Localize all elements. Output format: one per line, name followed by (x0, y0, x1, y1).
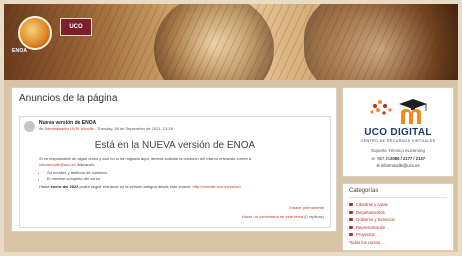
reply-link[interactable]: Hacer un comentario en este tema (242, 214, 303, 219)
header-banner: ENOA UCO (4, 4, 458, 80)
category-link[interactable]: Departamentos (349, 209, 395, 217)
reply-count: (0 réplicas) (304, 214, 324, 219)
post-para2-mid: podrá seguir entrando en la versión anti… (79, 184, 192, 189)
uco-digital-logo-icon[interactable] (365, 96, 431, 126)
support-title: Soporte Técnico eLearning (371, 148, 425, 153)
list-item: El nombre completo del curso. (47, 176, 319, 182)
brand-name: UCO DIGITAL (364, 127, 432, 138)
phone-icon: ☏ (370, 156, 377, 161)
post-replies: Hacer un comentario en este tema (0 répl… (242, 214, 324, 219)
phone-prefix: 957 21 (377, 156, 391, 161)
categories-title: Categorías (349, 188, 379, 194)
folder-icon (349, 233, 353, 237)
category-label: Proyectos (356, 232, 375, 238)
all-courses-link[interactable]: Todos los cursos ... (349, 240, 395, 245)
folder-icon (349, 225, 353, 229)
folder-icon (349, 218, 353, 222)
avatar[interactable] (24, 121, 35, 132)
announcements-panel: Anuncios de la página Nueva versión de E… (11, 87, 337, 232)
enoa-logo-text: ENOA (12, 48, 28, 54)
post-para1-suffix: indicando: (76, 161, 96, 167)
enoa-logo[interactable] (18, 16, 52, 50)
post-author-link[interactable]: Administrador UVIS Moodle (44, 126, 93, 131)
post-meta: de Administrador UVIS Moodle - Tuesday, … (39, 126, 173, 131)
category-label: Representación (356, 224, 386, 230)
post-paragraph-2: Hasta enero del 2022 podrá seguir entran… (39, 184, 319, 190)
post-paragraph-1: Si es responsable de algún curso y aún n… (39, 156, 319, 167)
category-link[interactable]: Gobierno y Servicios (349, 216, 395, 224)
category-label: Gobierno y Servicios (356, 217, 395, 223)
post-para2-bold: enero del 2022 (50, 184, 79, 189)
permalink-link[interactable]: Enlace permanente (289, 205, 324, 210)
category-link[interactable]: Cátedras y Aulas (349, 201, 395, 209)
uco-digital-block: UCO DIGITAL CENTRO DE RECURSOS VIRTUALES… (342, 87, 454, 177)
envelope-icon: ✉ (376, 163, 380, 168)
banner-texture (4, 4, 458, 80)
post-meta-prefix: de (39, 126, 44, 131)
post-bullet-list: Su nombre y teléfono de contacto. El nom… (39, 170, 319, 181)
brand-subtitle: CENTRO DE RECURSOS VIRTUALES (360, 139, 436, 143)
support-email: ✉ informoodle@uco.es (343, 163, 453, 168)
categories-block: Categorías Cátedras y Aulas Departamento… (342, 183, 454, 251)
page-title: Anuncios de la página (19, 93, 118, 104)
post-date: - Tuesday, 28 de September de 2021, 13:1… (94, 126, 173, 131)
post-email-link[interactable]: informoodle@uco.es (39, 162, 76, 167)
post-para1-text: Si es responsable de algún curso y aún n… (39, 156, 252, 161)
uco-logo[interactable]: UCO (60, 18, 92, 36)
post-heading: Está en la NUEVA versión de ENOA (94, 140, 256, 151)
support-email-link[interactable]: informoodle@uco.es (381, 163, 419, 168)
phone-numbers: 2086 / 2177 / 2137 (390, 156, 426, 161)
category-link[interactable]: Representación (349, 224, 395, 232)
categories-list: Cátedras y Aulas Departamentos Gobierno … (349, 201, 395, 245)
support-phone: ☏ 957 212086 / 2177 / 2137 (343, 156, 453, 161)
category-link[interactable]: Proyectos (349, 231, 395, 239)
category-label: Cátedras y Aulas (356, 202, 388, 208)
folder-icon (349, 210, 353, 214)
divider (349, 197, 447, 198)
category-label: Departamentos (356, 209, 385, 215)
forum-post: Nueva versión de ENOA de Administrador U… (19, 116, 331, 228)
folder-icon (349, 203, 353, 207)
post-body: Si es responsable de algún curso y aún n… (39, 156, 319, 193)
post-para2-prefix: Hasta (39, 184, 50, 189)
legacy-version-link[interactable]: http://moodle.uco.es/enoa3 (192, 184, 240, 189)
